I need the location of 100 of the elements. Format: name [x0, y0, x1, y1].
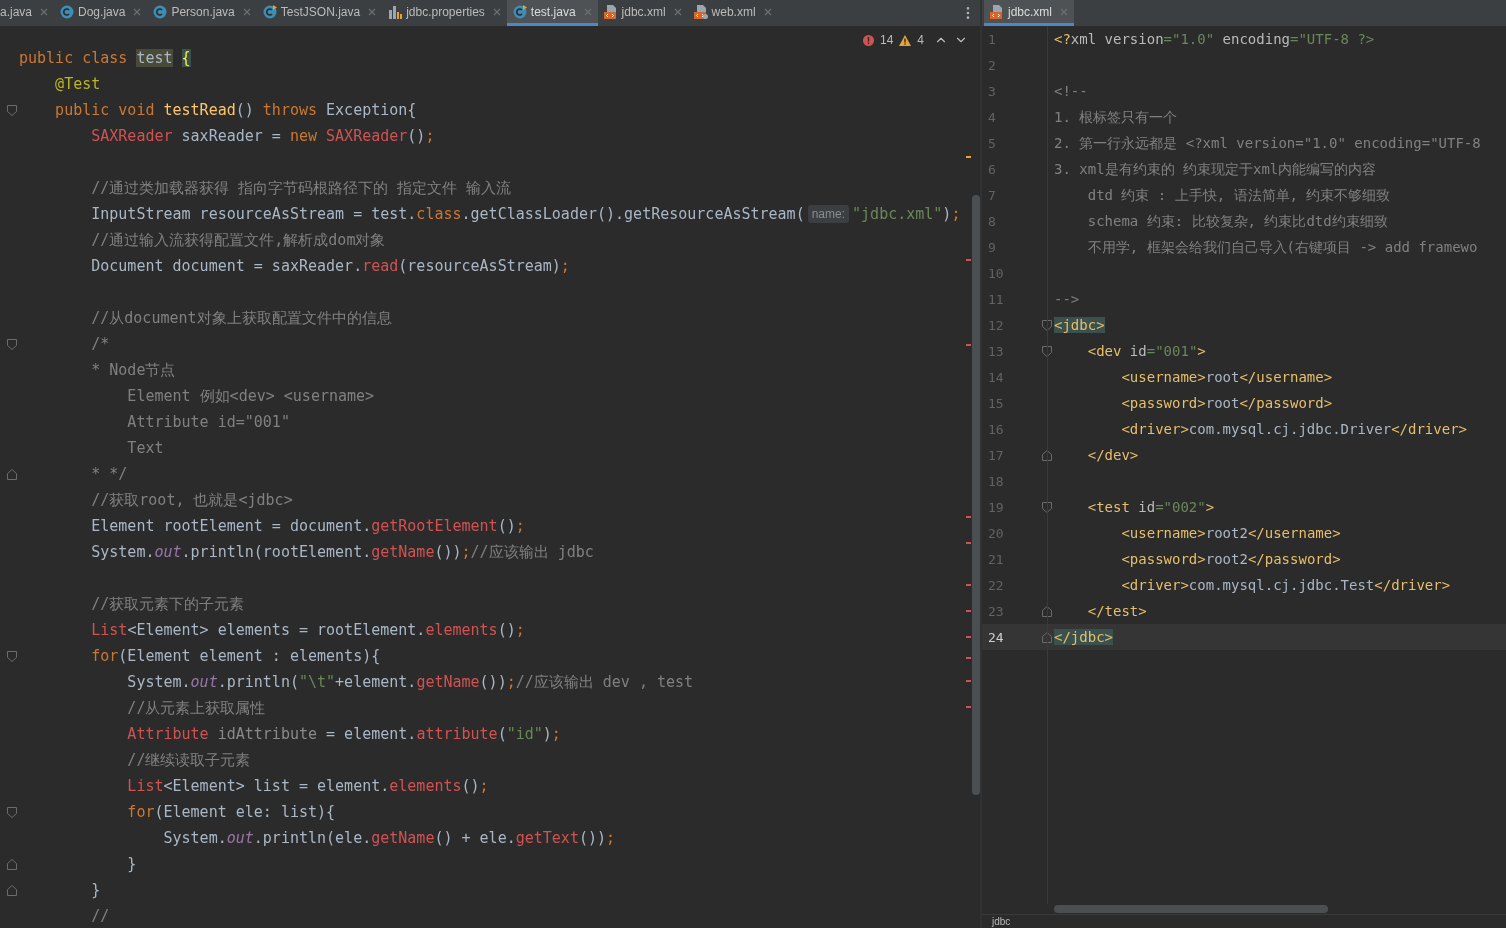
fold-icon[interactable]: [1042, 631, 1052, 643]
editor-tab[interactable]: jdbc.xml: [597, 0, 688, 26]
fold-icon[interactable]: [1042, 319, 1052, 331]
code-line: //从document对象上获取配置文件中的信息: [90, 307, 392, 329]
line-number: 21: [988, 551, 1004, 567]
editor-tab[interactable]: jdbc.properties: [382, 0, 507, 26]
code-line: <username>root2</username>: [1120, 523, 1341, 543]
line-number: 17: [988, 447, 1004, 463]
code-line: <password>root</password>: [1120, 393, 1333, 413]
fold-icon[interactable]: [1042, 605, 1052, 617]
code-line: Document document = saxReader.read(resourceAsStream);: [90, 255, 570, 277]
line-number: 20: [988, 525, 1004, 541]
line-number: 15: [988, 395, 1004, 411]
code-line: for(Element element : elements){: [90, 645, 381, 667]
code-line: List<Element> elements = rootElement.elements();: [90, 619, 525, 641]
inlay-hint: name:: [807, 205, 850, 223]
line-number: 11: [988, 291, 1004, 307]
editor-tab[interactable]: Dog.java: [54, 0, 148, 26]
code-line: }: [126, 853, 137, 875]
code-line: //继续读取子元素: [126, 749, 251, 771]
code-line: dtd 约束 : 上手快, 语法简单, 约束不够细致: [1086, 185, 1391, 205]
code-line: public void testRead() throws Exception{: [54, 99, 417, 121]
close-icon[interactable]: [673, 7, 682, 16]
scrollbar-thumb[interactable]: [972, 195, 980, 795]
code-line: @Test: [54, 73, 101, 95]
close-icon[interactable]: [368, 7, 377, 16]
code-line: public class test {: [19, 47, 191, 69]
close-icon[interactable]: [492, 7, 501, 16]
close-icon[interactable]: [133, 7, 142, 16]
error-count: 14: [879, 32, 894, 49]
fold-icon[interactable]: [1042, 501, 1052, 513]
code-line: 3. xml是有约束的 约束现定于xml内能编写的内容: [1054, 159, 1377, 179]
code-text: "jdbc.xml");: [852, 203, 961, 225]
line-number: 4: [988, 109, 996, 125]
class-icon: [512, 4, 527, 19]
line-number: 6: [988, 161, 996, 177]
code-line: Attribute id="001": [126, 411, 290, 433]
fold-icon[interactable]: [7, 468, 17, 480]
editor-tab[interactable]: test.java: [506, 0, 598, 26]
editor-tab[interactable]: a.java: [0, 0, 55, 26]
close-icon[interactable]: [583, 7, 592, 16]
editor-tab[interactable]: Person.java: [147, 0, 257, 26]
code-line: System.out.println(ele.getName() + ele.getText());: [162, 827, 616, 849]
code-line: for(Element ele: list){: [126, 801, 336, 823]
code-line: Attribute idAttribute = element.attribute("id");: [126, 723, 561, 745]
code-line: }: [90, 879, 101, 901]
line-number: 18: [988, 473, 1004, 489]
line-number: 12: [988, 317, 1004, 333]
code-line: /*: [90, 333, 110, 355]
code-line: 1. 根标签只有一个: [1054, 107, 1178, 127]
close-icon[interactable]: [242, 7, 251, 16]
code-line: * */: [90, 463, 128, 485]
code-line: Text: [126, 437, 164, 459]
line-number: 13: [988, 343, 1004, 359]
code-line: //通过输入流获得配置文件,解析成dom对象: [90, 229, 386, 251]
warning-count: 4: [917, 32, 924, 49]
code-line: //通过类加载器获得 指向字节码根路径下的 指定文件 输入流: [90, 177, 512, 199]
line-number: 3: [988, 83, 996, 99]
line-number: 9: [988, 239, 996, 255]
fold-icon[interactable]: [7, 806, 17, 818]
horizontal-scrollbar-thumb[interactable]: [1054, 905, 1328, 913]
fold-icon[interactable]: [7, 650, 17, 662]
line-number: 1: [988, 31, 996, 47]
code-line: //: [90, 905, 110, 927]
fold-icon[interactable]: [7, 104, 17, 116]
fold-icon[interactable]: [1042, 449, 1052, 461]
editor-tab[interactable]: jdbc.xml: [984, 0, 1074, 26]
code-line: //获取元素下的子元素: [90, 593, 245, 615]
error-icon[interactable]: [862, 34, 874, 46]
close-icon[interactable]: [40, 7, 49, 16]
code-line: <!--: [1054, 81, 1088, 101]
editor-tab[interactable]: web.xml: [687, 0, 778, 26]
close-icon[interactable]: [763, 7, 772, 16]
warning-icon[interactable]: [899, 34, 912, 46]
fold-icon[interactable]: [7, 858, 17, 870]
close-icon[interactable]: [1060, 7, 1068, 16]
xml-file-icon: [603, 4, 618, 19]
code-line: <driver>com.mysql.cj.jdbc.Driver</driver>: [1120, 419, 1467, 439]
code-line: Element rootElement = document.getRootElement();: [90, 515, 525, 537]
code-line: Element 例如<dev> <username>: [126, 385, 375, 407]
line-number: 23: [988, 603, 1004, 619]
fold-icon[interactable]: [7, 884, 17, 896]
code-line: <test id="002">: [1086, 497, 1215, 517]
class-icon: [262, 4, 277, 19]
line-number: 10: [988, 265, 1004, 281]
code-line: <driver>com.mysql.cj.jdbc.Test</driver>: [1120, 575, 1451, 595]
code-line: * Node节点: [90, 359, 176, 381]
code-line: <password>root2</password>: [1120, 549, 1341, 569]
line-number: 8: [988, 213, 996, 229]
code-line: //获取root, 也就是<jdbc>: [90, 489, 293, 511]
editor-tab[interactable]: TestJSON.java: [256, 0, 383, 26]
code-line: </test>: [1086, 601, 1147, 621]
breadcrumb[interactable]: jdbc: [992, 915, 1011, 928]
code-line: System.out.println("\t"+element.getName());//应该输出 dev , test: [126, 671, 694, 693]
code-line: List<Element> list = element.elements();: [126, 775, 489, 797]
code-line: System.out.println(rootElement.getName());//应该输出 jdbc: [90, 541, 594, 563]
fold-icon[interactable]: [7, 338, 17, 350]
fold-icon[interactable]: [1042, 345, 1052, 357]
line-number: 5: [988, 135, 996, 151]
line-number: 7: [988, 187, 996, 203]
